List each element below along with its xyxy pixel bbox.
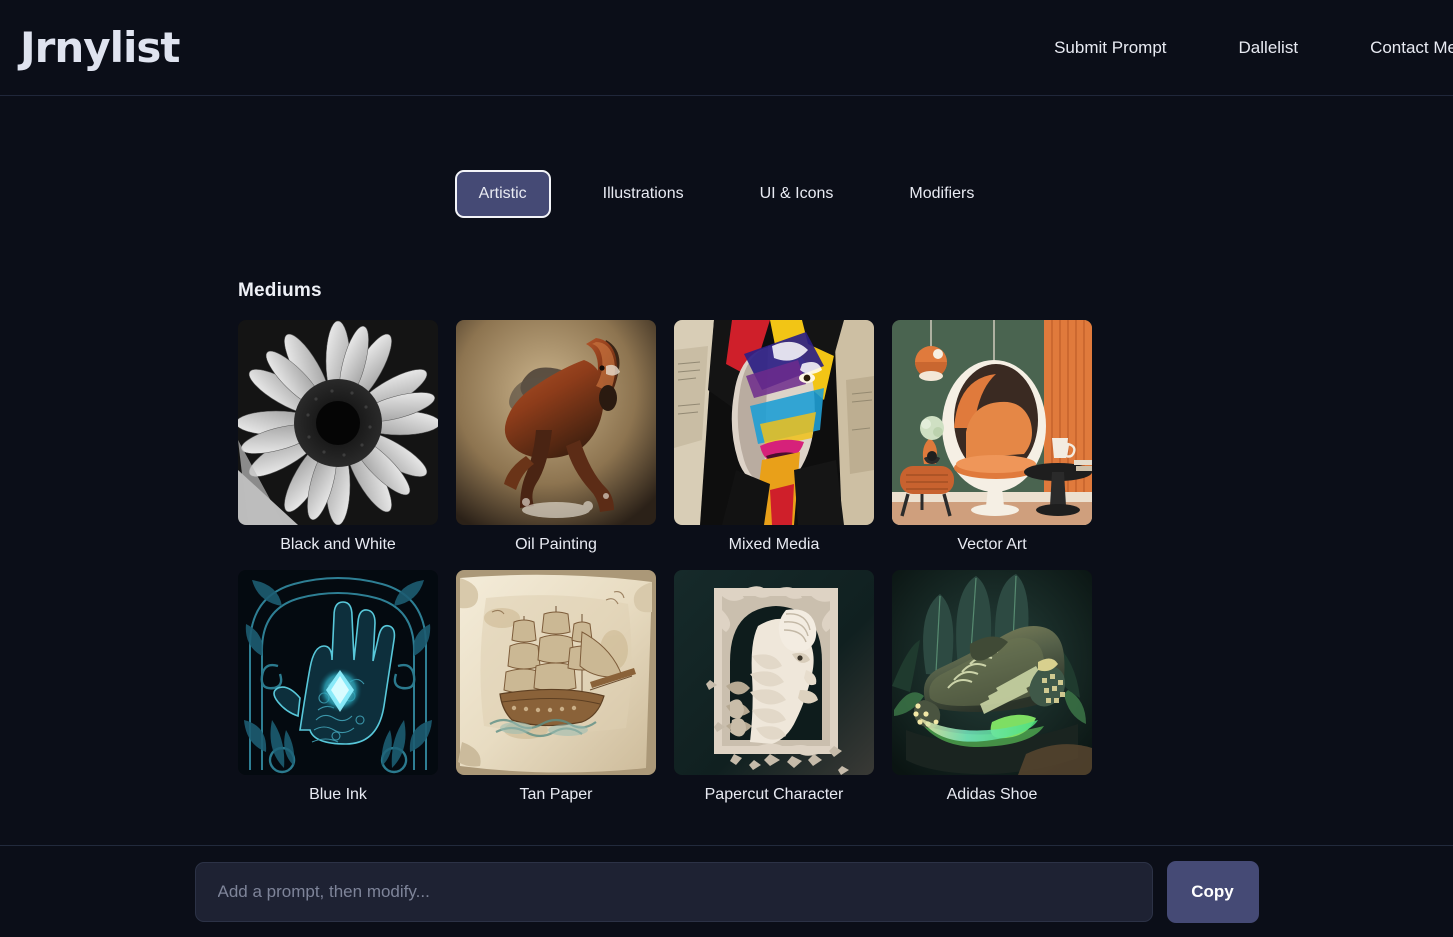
tab-artistic[interactable]: Artistic bbox=[454, 170, 551, 218]
section-title: Mediums bbox=[238, 280, 322, 301]
thumbnail-glowing-sneaker[interactable] bbox=[892, 570, 1092, 775]
card-label: Adidas Shoe bbox=[946, 786, 1038, 803]
mediums-section: Mediums Black and White Oil Painting Mix… bbox=[0, 280, 1453, 850]
thumbnail-tan-paper-ship[interactable] bbox=[456, 570, 656, 775]
card-adidas-shoe[interactable]: Adidas Shoe bbox=[892, 570, 1092, 804]
card-label: Oil Painting bbox=[515, 536, 597, 553]
thumbnail-vector-interior[interactable] bbox=[892, 320, 1092, 525]
prompt-bar: Copy bbox=[0, 845, 1453, 937]
card-label: Vector Art bbox=[957, 536, 1027, 553]
nav-link-dallelist[interactable]: Dallelist bbox=[1239, 38, 1299, 58]
nav-link-submit-prompt[interactable]: Submit Prompt bbox=[1054, 38, 1166, 58]
thumbnail-papercut-bearded-man[interactable] bbox=[674, 570, 874, 775]
thumbnail-mixed-media-portrait[interactable] bbox=[674, 320, 874, 525]
page-root: Jrnylist Submit Prompt Dallelist Contact… bbox=[0, 0, 1453, 937]
card-papercut-character[interactable]: Papercut Character bbox=[674, 570, 874, 804]
card-label: Black and White bbox=[280, 536, 396, 553]
nav-link-contact-me[interactable]: Contact Me bbox=[1370, 38, 1453, 58]
category-tabs: Artistic Illustrations UI & Icons Modifi… bbox=[0, 170, 1453, 218]
card-label: Blue Ink bbox=[309, 786, 367, 803]
prompt-input[interactable] bbox=[194, 861, 1153, 922]
card-vector-art[interactable]: Vector Art bbox=[892, 320, 1092, 554]
site-header: Jrnylist Submit Prompt Dallelist Contact… bbox=[0, 0, 1453, 96]
thumbnail-oil-horse[interactable] bbox=[456, 320, 656, 525]
tab-modifiers[interactable]: Modifiers bbox=[885, 170, 998, 218]
thumbnail-bw-sunflower[interactable] bbox=[238, 320, 438, 525]
site-logo[interactable]: Jrnylist bbox=[20, 23, 180, 72]
card-label: Tan Paper bbox=[519, 786, 593, 803]
card-black-and-white[interactable]: Black and White bbox=[238, 320, 438, 554]
tab-ui-icons[interactable]: UI & Icons bbox=[736, 170, 858, 218]
mediums-grid: Black and White Oil Painting Mixed Media… bbox=[238, 320, 1338, 804]
copy-button[interactable]: Copy bbox=[1166, 860, 1259, 923]
main-navigation: Submit Prompt Dallelist Contact Me bbox=[982, 38, 1453, 58]
card-mixed-media[interactable]: Mixed Media bbox=[674, 320, 874, 554]
card-oil-painting[interactable]: Oil Painting bbox=[456, 320, 656, 554]
card-label: Mixed Media bbox=[728, 536, 820, 553]
card-label: Papercut Character bbox=[704, 786, 844, 803]
card-blue-ink[interactable]: Blue Ink bbox=[238, 570, 438, 804]
card-tan-paper[interactable]: Tan Paper bbox=[456, 570, 656, 804]
tab-illustrations[interactable]: Illustrations bbox=[579, 170, 708, 218]
thumbnail-blue-ink-hand[interactable] bbox=[238, 570, 438, 775]
